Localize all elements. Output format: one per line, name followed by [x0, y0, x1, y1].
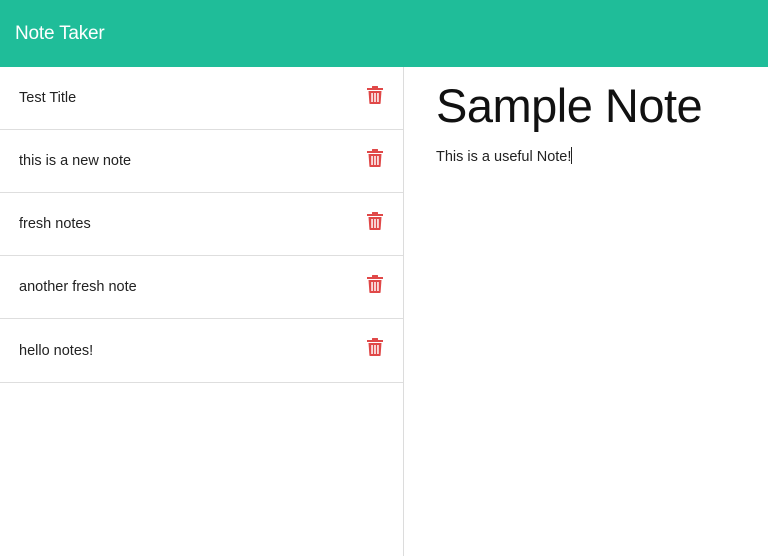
- trash-icon[interactable]: [367, 149, 383, 167]
- text-cursor: [571, 147, 573, 164]
- trash-icon[interactable]: [367, 86, 383, 104]
- note-list: Test Title this is a new note fresh note…: [0, 67, 403, 383]
- note-text-content: This is a useful Note!: [436, 149, 572, 165]
- app-title[interactable]: Note Taker: [15, 24, 105, 43]
- trash-icon[interactable]: [367, 275, 383, 293]
- list-item[interactable]: fresh notes: [0, 193, 403, 256]
- note-list-title: Test Title: [19, 90, 77, 106]
- note-title-input[interactable]: Sample Note: [436, 79, 703, 133]
- note-list-title: hello notes!: [19, 342, 94, 359]
- note-list-title: another fresh note: [19, 279, 137, 295]
- list-item[interactable]: hello notes!: [0, 319, 403, 382]
- trash-icon[interactable]: [367, 212, 383, 230]
- list-item[interactable]: Test Title: [0, 67, 403, 130]
- note-list-title: this is a new note: [19, 153, 132, 169]
- list-item[interactable]: another fresh note: [0, 256, 403, 319]
- note-list-title: fresh notes: [19, 216, 91, 232]
- trash-icon[interactable]: [367, 338, 383, 356]
- note-list-panel: Test Title this is a new note fresh note…: [0, 67, 404, 556]
- note-editor: Sample Note This is a useful Note!: [404, 67, 768, 556]
- list-item[interactable]: this is a new note: [0, 130, 403, 193]
- navbar: Note Taker: [0, 0, 768, 67]
- note-text-area[interactable]: This is a useful Note!: [436, 147, 573, 165]
